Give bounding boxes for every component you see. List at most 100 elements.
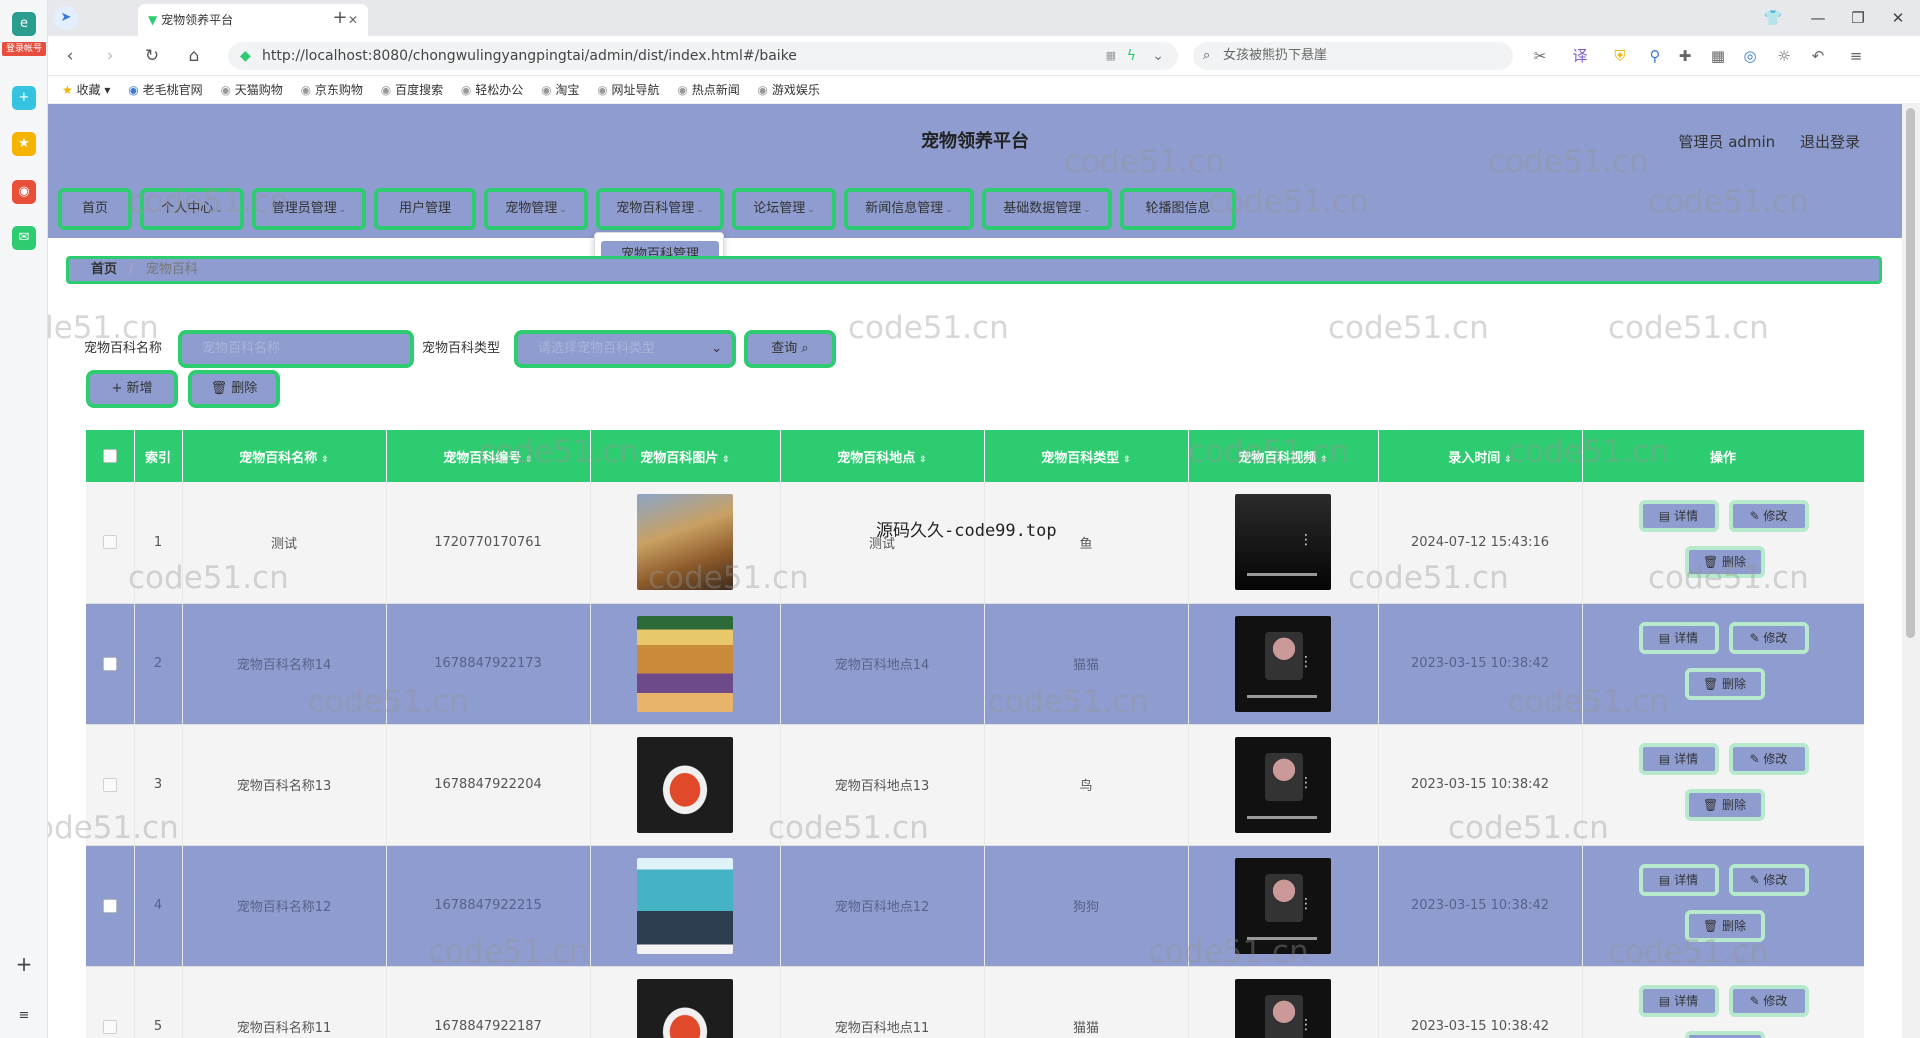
header-type[interactable]: 宠物百科类型 ⇳ [984, 430, 1189, 482]
more-icon[interactable]: ⋮ [1299, 896, 1313, 912]
row-delete-button[interactable]: 🗑 删除 [1684, 788, 1765, 821]
list-icon[interactable]: ≡ [12, 1004, 36, 1028]
menu-profile[interactable]: 个人中心 ⌄ [140, 188, 244, 230]
browser-search-field[interactable]: ⌕ 女孩被熊扔下悬崖 [1193, 42, 1513, 70]
brightness-icon[interactable]: ☼ [1772, 44, 1796, 68]
edit-button[interactable]: ✎ 修改 [1728, 742, 1809, 775]
video-progress-bar[interactable] [1247, 815, 1317, 819]
more-icon[interactable]: ⋮ [1299, 1017, 1313, 1033]
puzzle-icon[interactable]: ✚ [1673, 44, 1697, 68]
row-checkbox[interactable] [102, 1019, 117, 1034]
bookmark-item[interactable]: ★ 收藏 ▾ [62, 76, 110, 104]
menu-admin[interactable]: 管理员管理 ⌄ [252, 188, 366, 230]
home-icon[interactable]: ⌂ [182, 44, 206, 68]
grid-icon[interactable]: ▦ [1706, 44, 1730, 68]
translate-icon[interactable]: 译 [1568, 44, 1592, 68]
star-icon[interactable]: ★ [12, 132, 36, 156]
menu-news[interactable]: 新闻信息管理 ⌄ [844, 188, 974, 230]
video-progress-bar[interactable] [1247, 573, 1317, 577]
detail-button[interactable]: ▤ 详情 [1638, 621, 1719, 654]
back-icon[interactable]: ‹ [58, 44, 82, 68]
bookmark-item[interactable]: ◉ 游戏娱乐 [758, 76, 820, 104]
pet-image-thumbnail[interactable] [637, 736, 733, 833]
video-progress-bar[interactable] [1247, 694, 1317, 698]
menu-carousel[interactable]: 轮播图信息 [1120, 188, 1236, 230]
zoom-icon[interactable]: ⚲ [1643, 44, 1667, 68]
row-checkbox-cell[interactable] [86, 845, 135, 967]
scissors-icon[interactable]: ✂ [1528, 44, 1552, 68]
menu-forum[interactable]: 论坛管理 ⌄ [732, 188, 836, 230]
bookmark-item[interactable]: ◉ 老毛桃官网 [128, 76, 202, 104]
reload-icon[interactable]: ↻ [140, 44, 164, 68]
detail-button[interactable]: ▤ 详情 [1638, 742, 1719, 775]
url-field[interactable]: ◆ http://localhost:8080/chongwulingyangp… [228, 42, 1178, 70]
select-all-header[interactable] [86, 430, 135, 482]
video-player[interactable]: ⋮ [1235, 857, 1331, 954]
shirt-icon[interactable]: 👕 [1758, 6, 1788, 30]
scrollbar-thumb[interactable] [1906, 108, 1915, 638]
more-icon[interactable]: ⋮ [1299, 775, 1313, 791]
header-code[interactable]: 宠物百科编号 ⇳ [386, 430, 591, 482]
type-filter-select[interactable]: 请选择宠物百科类型 ⌄ [514, 330, 736, 368]
new-tab-icon[interactable]: + [328, 6, 352, 30]
pet-image-thumbnail[interactable] [637, 494, 733, 591]
shield-icon[interactable]: ⛨ [1608, 44, 1632, 68]
breadcrumb-home[interactable]: 首页 [91, 262, 117, 277]
mail-icon[interactable]: ✉ [12, 226, 36, 250]
logout-link[interactable]: 退出登录 [1800, 133, 1860, 151]
row-checkbox-cell[interactable] [86, 724, 135, 846]
header-name[interactable]: 宠物百科名称 ⇳ [182, 430, 387, 482]
page-scrollbar[interactable] [1902, 104, 1920, 1038]
undo-icon[interactable]: ↶ [1806, 44, 1830, 68]
header-place[interactable]: 宠物百科地点 ⇳ [780, 430, 985, 482]
menu-home[interactable]: 首页 [58, 188, 132, 230]
browser-logo-icon[interactable]: e [12, 12, 36, 36]
row-checkbox[interactable] [102, 777, 117, 792]
bookmark-item[interactable]: ◉ 天猫购物 [220, 76, 282, 104]
row-delete-button[interactable]: 🗑 删除 [1684, 1030, 1765, 1038]
delete-button[interactable]: 🗑 删除 [188, 370, 280, 408]
pet-image-thumbnail[interactable] [637, 615, 733, 712]
bookmark-item[interactable]: ◉ 网址导航 [597, 76, 659, 104]
menu-pet-encyclopedia[interactable]: 宠物百科管理 ⌄ [596, 188, 724, 230]
add-button[interactable]: + 新增 [86, 370, 178, 408]
close-window-icon[interactable]: ✕ [1883, 6, 1913, 30]
edit-button[interactable]: ✎ 修改 [1728, 500, 1809, 532]
pet-image-thumbnail[interactable] [637, 857, 733, 954]
pet-image-thumbnail[interactable] [637, 978, 733, 1038]
nav-arrow-icon[interactable]: ➤ [54, 6, 78, 30]
edit-button[interactable]: ✎ 修改 [1728, 621, 1809, 654]
plus-app-icon[interactable]: + [12, 86, 36, 110]
row-checkbox[interactable] [102, 656, 117, 671]
weibo-icon[interactable]: ◉ [12, 180, 36, 204]
menu-pets[interactable]: 宠物管理 ⌄ [484, 188, 588, 230]
video-progress-bar[interactable] [1247, 936, 1317, 940]
more-icon[interactable]: ⋮ [1299, 654, 1313, 670]
bookmark-item[interactable]: ◉ 淘宝 [541, 76, 579, 104]
select-all-checkbox[interactable] [102, 449, 117, 463]
row-checkbox[interactable] [102, 535, 117, 550]
edit-button[interactable]: ✎ 修改 [1728, 984, 1809, 1017]
row-checkbox-cell[interactable] [86, 966, 135, 1038]
row-checkbox-cell[interactable] [86, 603, 135, 725]
forward-icon[interactable]: › [98, 44, 122, 68]
header-image[interactable]: 宠物百科图片 ⇳ [590, 430, 781, 482]
row-checkbox-cell[interactable] [86, 482, 135, 604]
login-badge[interactable]: 登录帐号 [2, 42, 46, 56]
edit-button[interactable]: ✎ 修改 [1728, 863, 1809, 896]
row-checkbox[interactable] [102, 898, 117, 913]
detail-button[interactable]: ▤ 详情 [1638, 984, 1719, 1017]
qr-icon[interactable]: ▦ [1106, 42, 1116, 70]
video-player[interactable]: ⋮ [1235, 494, 1331, 591]
menu-icon[interactable]: ≡ [1844, 44, 1868, 68]
minimize-icon[interactable]: — [1803, 6, 1833, 30]
header-video[interactable]: 宠物百科视频 ⇳ [1188, 430, 1379, 482]
menu-users[interactable]: 用户管理 [374, 188, 476, 230]
name-filter-input[interactable]: 宠物百科名称 [178, 330, 414, 368]
edge-icon[interactable]: ◎ [1738, 44, 1762, 68]
header-time[interactable]: 录入时间 ⇳ [1378, 430, 1583, 482]
bolt-icon[interactable]: ϟ [1127, 42, 1136, 70]
video-player[interactable]: ⋮ [1235, 615, 1331, 712]
more-icon[interactable]: ⋮ [1299, 532, 1313, 548]
query-button[interactable]: 查询 ⌕ [744, 330, 836, 368]
